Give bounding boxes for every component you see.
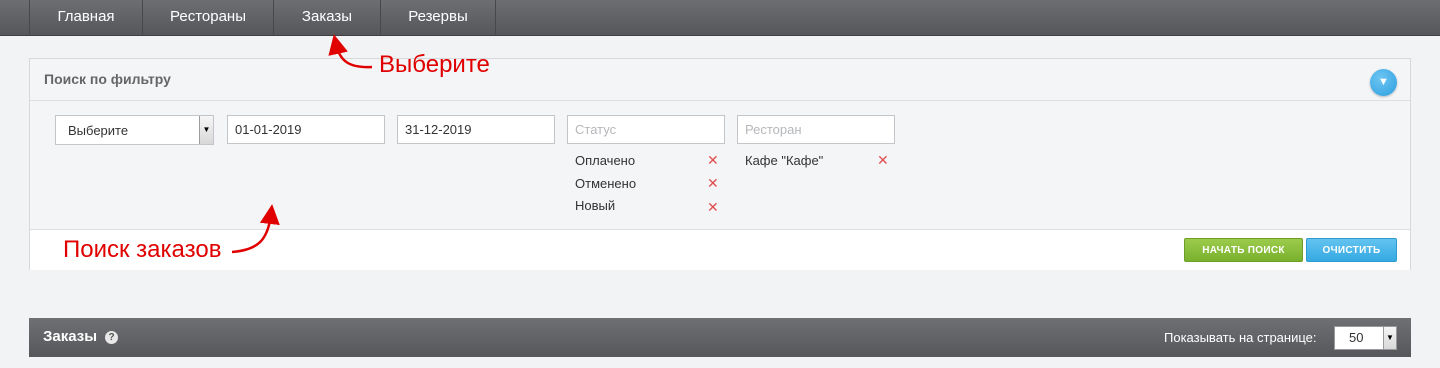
clear-button[interactable]: ОЧИСТИТЬ [1306,238,1397,262]
restaurant-input[interactable]: Ресторан [737,115,895,144]
annotation-select-hint: Выберите [379,51,490,78]
per-page-select[interactable]: 50 ▼ [1334,326,1397,350]
orders-header: Заказы ? Показывать на странице: 50 ▼ [29,318,1411,357]
orders-title: Заказы [43,328,98,345]
remove-icon[interactable]: ✕ [877,152,889,169]
tab-home[interactable]: Главная [30,0,143,36]
type-select-value: Выберите [68,123,129,138]
remove-icon[interactable]: ✕ [707,152,719,169]
date-from-input[interactable]: 01-01-2019 [227,115,385,144]
chevron-down-icon[interactable]: ▼ [1370,69,1397,96]
restaurant-tag: Кафе "Кафе" [745,153,824,168]
dropdown-arrow-icon[interactable]: ▼ [199,116,213,144]
type-select[interactable]: Выберите ▼ [55,115,214,145]
tab-reservations[interactable]: Резервы [381,0,496,36]
tab-orders[interactable]: Заказы [274,0,381,36]
per-page-label: Показывать на странице: [1164,330,1317,345]
search-button[interactable]: НАЧАТЬ ПОИСК [1184,238,1303,262]
status-input[interactable]: Статус [567,115,725,144]
filter-panel-title: Поиск по фильтру [44,71,171,87]
filter-panel-header: Поиск по фильтру ▼ [30,59,1410,101]
annotation-search-hint: Поиск заказов [63,236,222,263]
help-icon[interactable]: ? [105,331,118,344]
date-to-input[interactable]: 31-12-2019 [397,115,555,144]
filter-panel-footer: НАЧАТЬ ПОИСК ОЧИСТИТЬ [30,229,1410,270]
nav-tabs: Главная Рестораны Заказы Резервы [29,0,496,36]
status-tag-paid: Оплачено [575,153,636,168]
per-page-value: 50 [1349,330,1364,345]
status-tag-cancelled: Отменено [575,176,637,191]
remove-icon[interactable]: ✕ [707,175,719,192]
filter-panel: Поиск по фильтру ▼ Выберите ▼ 01-01-2019… [29,58,1411,270]
remove-icon[interactable]: ✕ [707,199,719,216]
dropdown-arrow-icon[interactable]: ▼ [1383,327,1396,349]
top-navigation: Главная Рестораны Заказы Резервы [0,0,1440,36]
status-tag-new: Новый [575,198,616,213]
tab-restaurants[interactable]: Рестораны [143,0,274,36]
